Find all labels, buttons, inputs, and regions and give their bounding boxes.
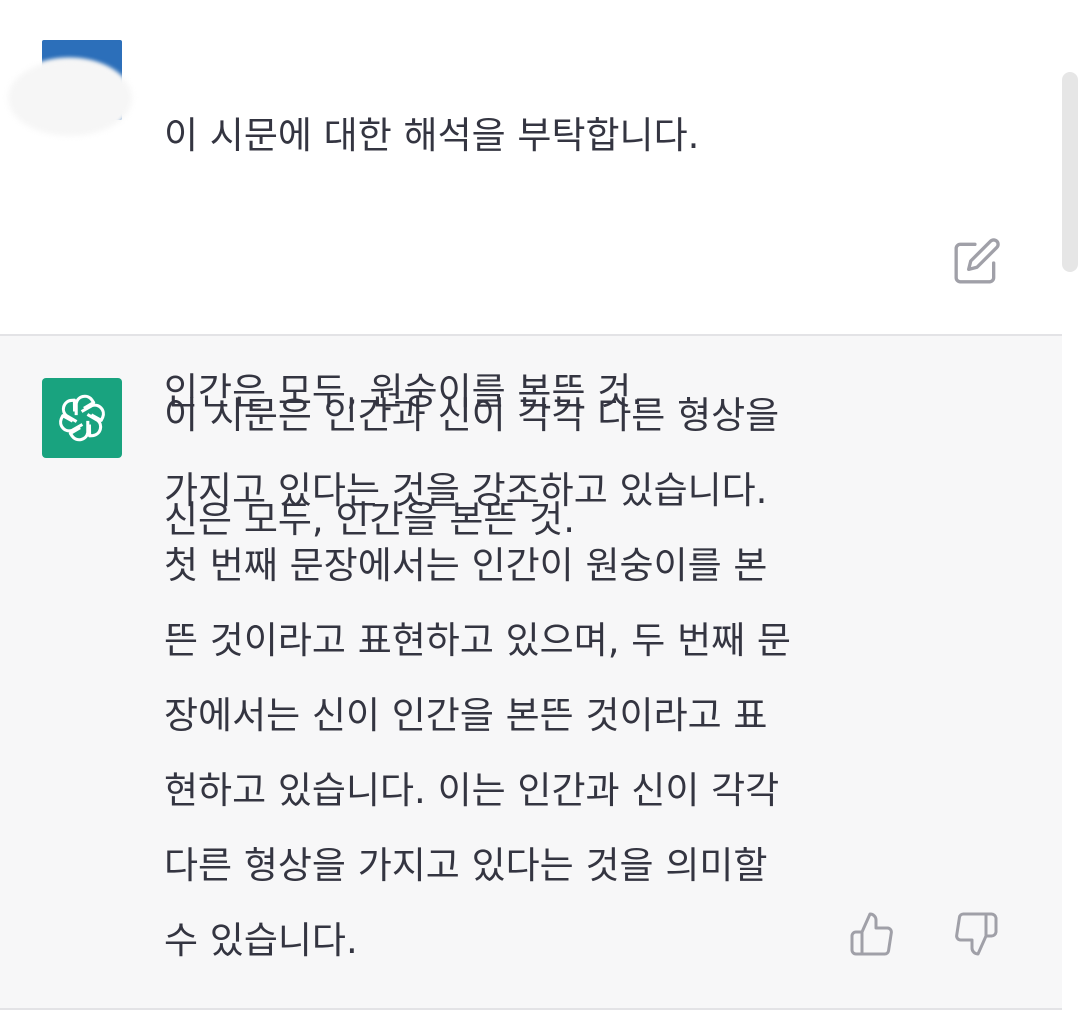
assistant-message-line: 다른 형상을 가지고 있다는 것을 의미할: [164, 844, 768, 887]
user-message-line: 이 시문에 대한 해석을 부탁합니다.: [164, 114, 700, 157]
bottom-divider: [0, 1008, 1062, 1010]
assistant-message-line: 뜬 것이라고 표현하고 있으며, 두 번째 문: [164, 619, 791, 662]
thumbs-up-button[interactable]: [848, 910, 898, 960]
edit-icon: [954, 238, 1000, 284]
assistant-message-line: 가지고 있다는 것을 강조하고 있습니다.: [164, 469, 768, 512]
user-message-line: [164, 232, 944, 296]
thumbs-down-icon: [955, 912, 998, 956]
assistant-message-text: 이 시문은 인간과 신이 각각 다른 형상을 가지고 있다는 것을 강조하고 있…: [164, 378, 854, 978]
assistant-message-line: 장에서는 신이 인간을 본뜬 것이라고 표: [164, 694, 768, 737]
assistant-avatar: [42, 378, 122, 458]
edit-button[interactable]: [952, 236, 1002, 286]
openai-logo-icon: [59, 394, 105, 442]
scrollbar-thumb[interactable]: [1062, 72, 1078, 272]
thumbs-up-icon: [850, 912, 893, 956]
avatar-blur-overlay: [8, 60, 132, 136]
assistant-message-line: 이 시문은 인간과 신이 각각 다른 형상을: [164, 394, 780, 437]
assistant-message-line: 첫 번째 문장에서는 인간이 원숭이를 본: [164, 544, 768, 587]
assistant-message-line: 현하고 있습니다. 이는 인간과 신이 각각: [164, 769, 780, 812]
thumbs-down-button[interactable]: [952, 910, 1002, 960]
assistant-message-line: 수 있습니다.: [164, 919, 358, 962]
